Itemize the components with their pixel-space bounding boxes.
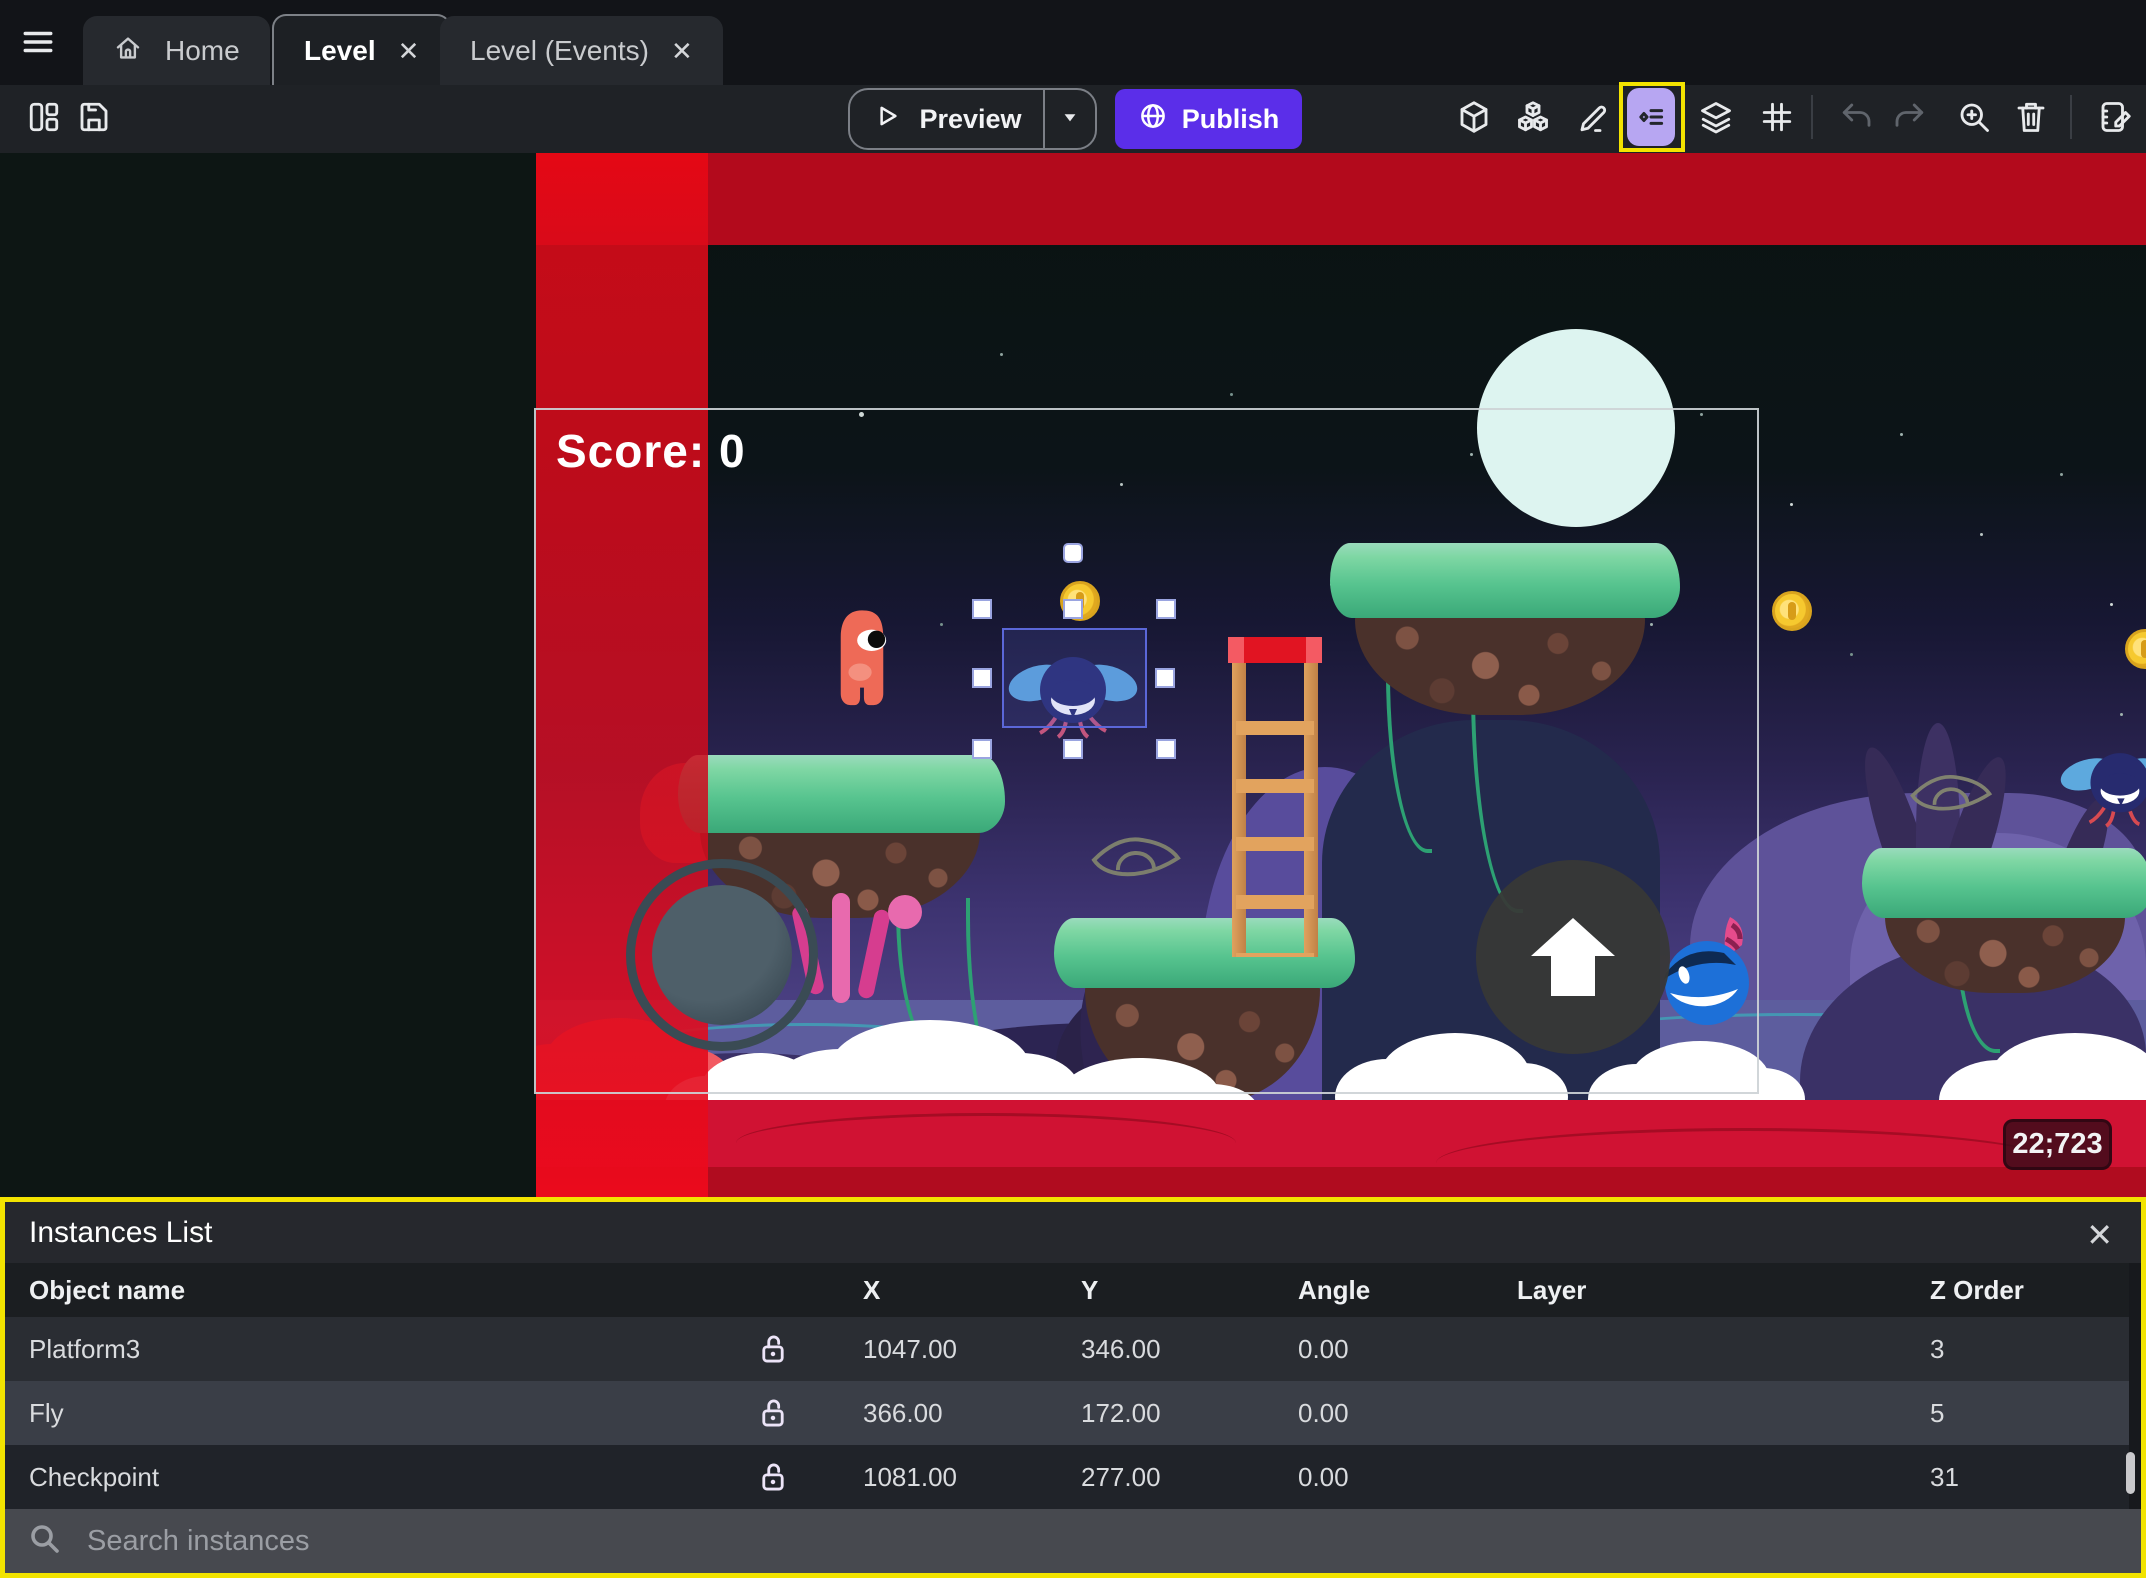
column-z-order: Z Order (1930, 1274, 2024, 1305)
cell-z-order: 31 (1930, 1461, 1959, 1492)
tab-home-label: Home (165, 34, 240, 66)
save-icon[interactable] (72, 95, 116, 139)
tab-home[interactable]: Home (83, 16, 270, 85)
red-zone-top[interactable] (536, 153, 2146, 245)
search-bar (5, 1509, 2141, 1573)
cell-angle: 0.00 (1298, 1397, 1349, 1428)
edit-pencil-icon[interactable] (1572, 95, 1616, 139)
zoom-in-icon[interactable] (1952, 95, 1996, 139)
panel-scrollbar[interactable] (2126, 1452, 2135, 1494)
score-text: Score: 0 (556, 425, 746, 477)
cursor-coordinates-badge: 22;723 (2003, 1119, 2112, 1170)
cell-z-order: 5 (1930, 1397, 1945, 1428)
cell-angle: 0.00 (1298, 1461, 1349, 1492)
resize-handle[interactable] (972, 668, 992, 688)
close-icon[interactable]: ✕ (671, 38, 693, 64)
cell-z-order: 3 (1930, 1333, 1945, 1364)
column-layer: Layer (1517, 1274, 1587, 1305)
lock-open-icon[interactable] (725, 1460, 821, 1494)
gdevelop-editor-window: Home Level ✕ Level (Events) ✕ Preview Pu… (0, 0, 2146, 1578)
scene-editor-icon[interactable] (2093, 95, 2137, 139)
table-row[interactable]: Platform3 1047.00 346.00 0.00 3 (5, 1317, 2129, 1381)
scene-canvas[interactable]: Score: 0 22;723 (0, 153, 2146, 1197)
rotate-handle[interactable] (1063, 543, 1083, 563)
fly-enemy[interactable] (2060, 740, 2146, 835)
tab-bar: Home Level ✕ Level (Events) ✕ (0, 0, 2146, 85)
cell-y: 277.00 (1081, 1461, 1161, 1492)
layers-icon[interactable] (1694, 95, 1738, 139)
hamburger-menu-icon[interactable] (16, 20, 60, 64)
publish-label: Publish (1181, 103, 1280, 134)
globe-icon (1138, 101, 1168, 138)
cell-object-name: Checkpoint (29, 1461, 160, 1492)
preview-button[interactable]: Preview (848, 88, 1097, 150)
preview-dropdown-button[interactable] (1043, 90, 1095, 148)
resize-handle[interactable] (972, 599, 992, 619)
search-icon (27, 1521, 63, 1562)
grid-icon[interactable] (1755, 95, 1799, 139)
coin[interactable] (1772, 591, 1812, 631)
cell-y: 172.00 (1081, 1397, 1161, 1428)
eye-decoration (1908, 770, 1994, 819)
game-window-frame (534, 408, 1759, 1094)
cell-x: 1047.00 (863, 1333, 957, 1364)
objects-stack-icon[interactable] (1511, 95, 1555, 139)
undo-icon[interactable] (1835, 95, 1879, 139)
cell-y: 346.00 (1081, 1333, 1161, 1364)
cell-x: 366.00 (863, 1397, 943, 1428)
resize-handle[interactable] (1156, 599, 1176, 619)
panel-title-row: Instances List (5, 1202, 2141, 1263)
resize-handle[interactable] (972, 739, 992, 759)
redo-icon[interactable] (1887, 95, 1931, 139)
close-icon[interactable]: ✕ (398, 38, 420, 64)
toolbar-divider (2070, 95, 2072, 139)
toolbar-divider (1811, 95, 1813, 139)
close-icon[interactable]: ✕ (2086, 1216, 2113, 1254)
trash-icon[interactable] (2009, 95, 2053, 139)
cell-x: 1081.00 (863, 1461, 957, 1492)
red-wave-line (1436, 1128, 2056, 1197)
tab-level-label: Level (304, 34, 376, 66)
table-header-row: Object name X Y Angle Layer Z Order (5, 1263, 2129, 1317)
column-angle: Angle (1298, 1274, 1371, 1305)
cell-object-name: Fly (29, 1397, 64, 1428)
publish-button[interactable]: Publish (1115, 89, 1302, 149)
play-icon (871, 101, 901, 138)
column-x: X (863, 1274, 881, 1305)
cell-object-name: Platform3 (29, 1333, 141, 1364)
lock-open-icon[interactable] (725, 1396, 821, 1430)
tab-level[interactable]: Level ✕ (272, 14, 452, 85)
lock-open-icon[interactable] (725, 1332, 821, 1366)
table-row[interactable]: Fly 366.00 172.00 0.00 5 (5, 1381, 2129, 1445)
panels-layout-icon[interactable] (22, 95, 66, 139)
3d-box-icon[interactable] (1452, 95, 1496, 139)
resize-handle[interactable] (1063, 599, 1083, 619)
resize-handle[interactable] (1156, 739, 1176, 759)
instances-list-icon[interactable] (1627, 88, 1675, 146)
column-y: Y (1081, 1274, 1099, 1305)
tab-level-events-label: Level (Events) (470, 34, 649, 66)
tab-level-events[interactable]: Level (Events) ✕ (440, 16, 723, 85)
selection-rectangle (1002, 628, 1147, 728)
cell-angle: 0.00 (1298, 1333, 1349, 1364)
instances-list-panel: Instances List ✕ Object name X Y Angle L… (0, 1197, 2146, 1578)
resize-handle[interactable] (1155, 668, 1175, 688)
preview-label: Preview (919, 103, 1022, 134)
panel-title: Instances List (29, 1215, 213, 1249)
chevron-down-icon (1057, 104, 1083, 135)
platform[interactable] (1862, 848, 2146, 918)
home-icon (113, 33, 143, 68)
red-wave-line (736, 1113, 1236, 1173)
coin[interactable] (2125, 629, 2146, 669)
search-instances-input[interactable] (87, 1524, 1887, 1558)
table-row[interactable]: Checkpoint 1081.00 277.00 0.00 31 (5, 1445, 2129, 1509)
column-object-name: Object name (29, 1274, 186, 1305)
resize-handle[interactable] (1063, 739, 1083, 759)
